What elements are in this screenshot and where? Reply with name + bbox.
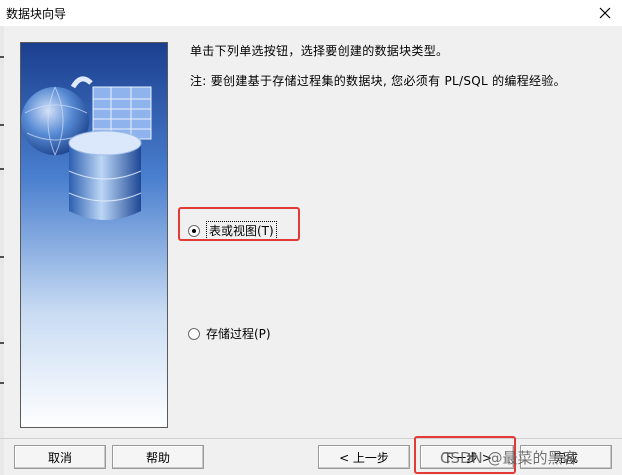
cancel-button[interactable]: 取消: [14, 445, 106, 469]
option-stored-procedure-label[interactable]: 存储过程(P): [206, 325, 271, 342]
background-window-edge: [0, 26, 4, 475]
title-bar: 数据块向导: [0, 0, 622, 26]
close-icon: [599, 7, 611, 19]
wizard-illustration: [20, 42, 168, 428]
highlight-box-option: [178, 207, 300, 241]
close-button[interactable]: [592, 2, 618, 24]
help-button[interactable]: 帮助: [112, 445, 204, 469]
radio-stored-procedure[interactable]: [188, 327, 200, 340]
note-text: 注: 要创建基于存储过程集的数据块, 您必须有 PL/SQL 的编程经验。: [190, 74, 566, 88]
back-button[interactable]: < 上一步: [318, 445, 410, 469]
window-title: 数据块向导: [6, 7, 67, 21]
footer-separator: [0, 438, 622, 439]
watermark-text: CSDN @最菜的黑客: [440, 449, 578, 467]
database-illustration: [21, 43, 167, 427]
instruction-text: 单击下列单选按钮，选择要创建的数据块类型。: [190, 44, 449, 58]
option-stored-procedure[interactable]: 存储过程(P): [188, 325, 271, 342]
